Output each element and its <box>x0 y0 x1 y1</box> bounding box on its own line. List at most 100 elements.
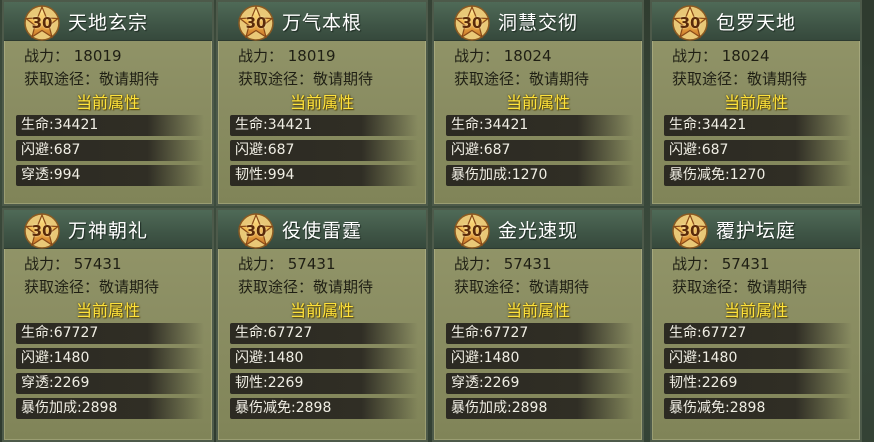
stat-list: 生命:34421 闪避:687 韧性:994 <box>230 115 418 190</box>
stat-row: 生命:67727 <box>446 323 634 344</box>
stat-list: 生命:67727 闪避:1480 韧性:2269 暴伤减免:2898 <box>664 323 852 423</box>
card-title: 洞慧交彻 <box>498 12 579 34</box>
level-number: 30 <box>245 14 267 32</box>
current-attributes-heading: 当前属性 <box>289 93 354 112</box>
stat-row: 生命:34421 <box>446 115 634 136</box>
stat-list: 生命:67727 闪避:1480 穿透:2269 暴伤加成:2898 <box>446 323 634 423</box>
stat-row: 闪避:1480 <box>664 348 852 369</box>
stat-row: 暴伤减免:1270 <box>664 165 852 186</box>
stat-row: 生命:67727 <box>664 323 852 344</box>
stat-list: 生命:67727 闪避:1480 穿透:2269 暴伤加成:2898 <box>16 323 204 423</box>
stat-row: 暴伤加成:1270 <box>446 165 634 186</box>
power-value: 战力： 18019 <box>24 47 122 65</box>
card-title: 金光速现 <box>498 220 579 242</box>
skill-card[interactable]: 30 役使雷霆 战力： 57431 获取途径：敬请期待 当前属性 生命:6772… <box>216 208 428 442</box>
stat-row: 闪避:687 <box>664 140 852 161</box>
card-header: 30 包罗天地 <box>652 2 860 41</box>
skill-card[interactable]: 30 洞慧交彻 战力： 18024 获取途径：敬请期待 当前属性 生命:3442… <box>432 0 644 206</box>
stat-row: 韧性:2269 <box>664 373 852 394</box>
power-value: 战力： 57431 <box>24 255 122 273</box>
stat-row: 闪避:1480 <box>16 348 204 369</box>
stat-row: 生命:34421 <box>664 115 852 136</box>
card-header: 30 役使雷霆 <box>218 210 426 249</box>
stat-row: 生命:34421 <box>16 115 204 136</box>
source-text: 获取途径：敬请期待 <box>672 278 808 296</box>
skill-card[interactable]: 30 天地玄宗 战力： 18019 获取途径：敬请期待 当前属性 生命:3442… <box>2 0 214 206</box>
level-number: 30 <box>31 14 53 32</box>
stat-row: 闪避:1480 <box>446 348 634 369</box>
stat-row: 暴伤加成:2898 <box>446 398 634 419</box>
level-star-badge: 30 <box>452 4 492 42</box>
card-title: 万神朝礼 <box>68 220 149 242</box>
power-value: 战力： 18024 <box>454 47 552 65</box>
level-star-badge: 30 <box>236 212 276 250</box>
current-attributes-heading: 当前属性 <box>505 93 570 112</box>
stat-row: 生命:67727 <box>230 323 418 344</box>
level-number: 30 <box>31 222 53 240</box>
level-star-badge: 30 <box>452 212 492 250</box>
power-value: 战力： 57431 <box>454 255 552 273</box>
level-number: 30 <box>461 222 483 240</box>
current-attributes-heading: 当前属性 <box>505 301 570 320</box>
card-header: 30 天地玄宗 <box>4 2 212 41</box>
card-header: 30 覆护坛庭 <box>652 210 860 249</box>
source-text: 获取途径：敬请期待 <box>24 70 160 88</box>
level-star-badge: 30 <box>670 4 710 42</box>
power-value: 战力： 57431 <box>238 255 336 273</box>
power-value: 战力： 18019 <box>238 47 336 65</box>
level-number: 30 <box>679 14 701 32</box>
level-star-badge: 30 <box>22 212 62 250</box>
stat-row: 穿透:2269 <box>16 373 204 394</box>
source-text: 获取途径：敬请期待 <box>238 70 374 88</box>
stat-list: 生命:67727 闪避:1480 韧性:2269 暴伤减免:2898 <box>230 323 418 423</box>
current-attributes-heading: 当前属性 <box>723 301 788 320</box>
source-text: 获取途径：敬请期待 <box>454 278 590 296</box>
stat-row: 生命:34421 <box>230 115 418 136</box>
stat-row: 穿透:2269 <box>446 373 634 394</box>
stat-row: 韧性:994 <box>230 165 418 186</box>
current-attributes-heading: 当前属性 <box>75 301 140 320</box>
source-text: 获取途径：敬请期待 <box>672 70 808 88</box>
level-number: 30 <box>245 222 267 240</box>
skill-card[interactable]: 30 万神朝礼 战力： 57431 获取途径：敬请期待 当前属性 生命:6772… <box>2 208 214 442</box>
source-text: 获取途径：敬请期待 <box>238 278 374 296</box>
stat-row: 暴伤加成:2898 <box>16 398 204 419</box>
level-star-badge: 30 <box>22 4 62 42</box>
stat-row: 韧性:2269 <box>230 373 418 394</box>
card-header: 30 洞慧交彻 <box>434 2 642 41</box>
card-title: 包罗天地 <box>716 12 797 34</box>
source-text: 获取途径：敬请期待 <box>24 278 160 296</box>
power-value: 战力： 57431 <box>672 255 770 273</box>
skill-card[interactable]: 30 覆护坛庭 战力： 57431 获取途径：敬请期待 当前属性 生命:6772… <box>650 208 862 442</box>
stat-row: 闪避:687 <box>230 140 418 161</box>
stat-list: 生命:34421 闪避:687 穿透:994 <box>16 115 204 190</box>
power-value: 战力： 18024 <box>672 47 770 65</box>
stat-row: 生命:67727 <box>16 323 204 344</box>
stat-row: 闪避:687 <box>16 140 204 161</box>
card-title: 役使雷霆 <box>282 220 363 242</box>
stat-list: 生命:34421 闪避:687 暴伤减免:1270 <box>664 115 852 190</box>
skill-card[interactable]: 30 金光速现 战力： 57431 获取途径：敬请期待 当前属性 生命:6772… <box>432 208 644 442</box>
level-star-badge: 30 <box>236 4 276 42</box>
card-title: 万气本根 <box>282 12 363 34</box>
card-header: 30 万气本根 <box>218 2 426 41</box>
stat-row: 闪避:1480 <box>230 348 418 369</box>
current-attributes-heading: 当前属性 <box>723 93 788 112</box>
card-title: 天地玄宗 <box>68 12 149 34</box>
stat-row: 闪避:687 <box>446 140 634 161</box>
current-attributes-heading: 当前属性 <box>289 301 354 320</box>
stat-row: 穿透:994 <box>16 165 204 186</box>
level-number: 30 <box>679 222 701 240</box>
stat-row: 暴伤减免:2898 <box>230 398 418 419</box>
card-header: 30 万神朝礼 <box>4 210 212 249</box>
skill-card[interactable]: 30 包罗天地 战力： 18024 获取途径：敬请期待 当前属性 生命:3442… <box>650 0 862 206</box>
card-title: 覆护坛庭 <box>716 220 797 242</box>
level-number: 30 <box>461 14 483 32</box>
source-text: 获取途径：敬请期待 <box>454 70 590 88</box>
stat-list: 生命:34421 闪避:687 暴伤加成:1270 <box>446 115 634 190</box>
current-attributes-heading: 当前属性 <box>75 93 140 112</box>
stat-row: 暴伤减免:2898 <box>664 398 852 419</box>
skill-card[interactable]: 30 万气本根 战力： 18019 获取途径：敬请期待 当前属性 生命:3442… <box>216 0 428 206</box>
card-header: 30 金光速现 <box>434 210 642 249</box>
card-grid: 30 天地玄宗 战力： 18019 获取途径：敬请期待 当前属性 生命:3442… <box>0 0 874 442</box>
